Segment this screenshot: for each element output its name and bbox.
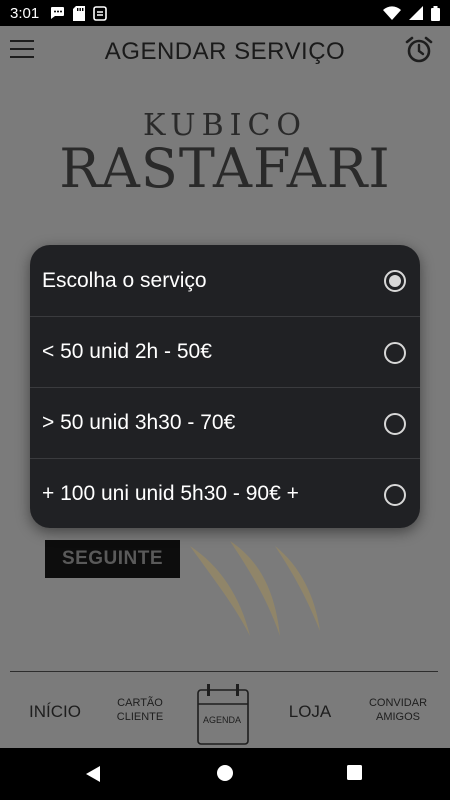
status-bar: 3:01: [0, 0, 450, 26]
service-option-label: < 50 unid 2h - 50€: [42, 340, 212, 363]
service-option[interactable]: > 50 unid 3h30 - 70€: [30, 387, 420, 458]
radio-unselected-icon[interactable]: [384, 413, 406, 435]
service-select-dialog: Escolha o serviço < 50 unid 2h - 50€ > 5…: [30, 245, 420, 528]
system-navigation-bar: [0, 748, 450, 800]
nav-convidar-line2: AMIGOS: [375, 711, 420, 723]
status-icons-right: [383, 5, 440, 21]
nav-convidar-line1: CONVIDAR: [368, 697, 428, 709]
radio-unselected-icon[interactable]: [384, 342, 406, 364]
logo-bottom-text: RASTAFARI: [59, 137, 391, 200]
top-app-bar: AGENDAR SERVIÇO: [0, 26, 450, 76]
wings-watermark: [190, 541, 320, 636]
status-time: 3:01: [10, 4, 40, 22]
nav-loja[interactable]: LOJA: [280, 702, 340, 722]
calendar-icon: [197, 684, 249, 745]
alarm-clock-icon[interactable]: [404, 35, 434, 65]
next-button[interactable]: SEGUINTE: [45, 540, 180, 578]
sync-icon: [93, 5, 108, 21]
nav-convidar-amigos[interactable]: CONVIDAR AMIGOS: [358, 696, 438, 724]
nav-agenda-label: AGENDA: [202, 715, 241, 725]
battery-icon: [431, 5, 440, 21]
sd-card-icon: [73, 5, 86, 21]
nav-agenda[interactable]: AGENDA: [196, 682, 254, 746]
service-option[interactable]: < 50 unid 2h - 50€: [30, 316, 420, 387]
service-option-label: Escolha o serviço: [42, 268, 207, 292]
recent-apps-icon[interactable]: [346, 764, 363, 786]
signal-icon: [409, 6, 423, 20]
nav-cartao-cliente[interactable]: CARTÃO CLIENTE: [105, 696, 175, 724]
radio-unselected-icon[interactable]: [384, 484, 406, 506]
service-option-label: + 100 uni unid 5h30 - 90€ +: [42, 482, 299, 505]
status-icons-left: [49, 5, 108, 21]
wifi-icon: [383, 6, 401, 20]
service-option[interactable]: Escolha o serviço: [30, 245, 420, 316]
bottom-navigation: INÍCIO CARTÃO CLIENTE AGENDA LOJA CONVID…: [0, 672, 450, 748]
nav-cartao-line1: CARTÃO: [117, 697, 163, 709]
page-title: AGENDAR SERVIÇO: [104, 38, 346, 65]
home-icon[interactable]: [216, 764, 234, 787]
brand-logo: KUBICO RASTAFARI: [0, 108, 450, 200]
nav-cartao-line2: CLIENTE: [116, 711, 164, 723]
radio-selected-icon[interactable]: [384, 270, 406, 292]
nav-inicio[interactable]: INÍCIO: [20, 702, 90, 722]
service-option-label: > 50 unid 3h30 - 70€: [42, 411, 236, 434]
service-option[interactable]: + 100 uni unid 5h30 - 90€ +: [30, 458, 420, 528]
back-icon[interactable]: [84, 764, 102, 789]
chat-icon: [49, 6, 65, 20]
